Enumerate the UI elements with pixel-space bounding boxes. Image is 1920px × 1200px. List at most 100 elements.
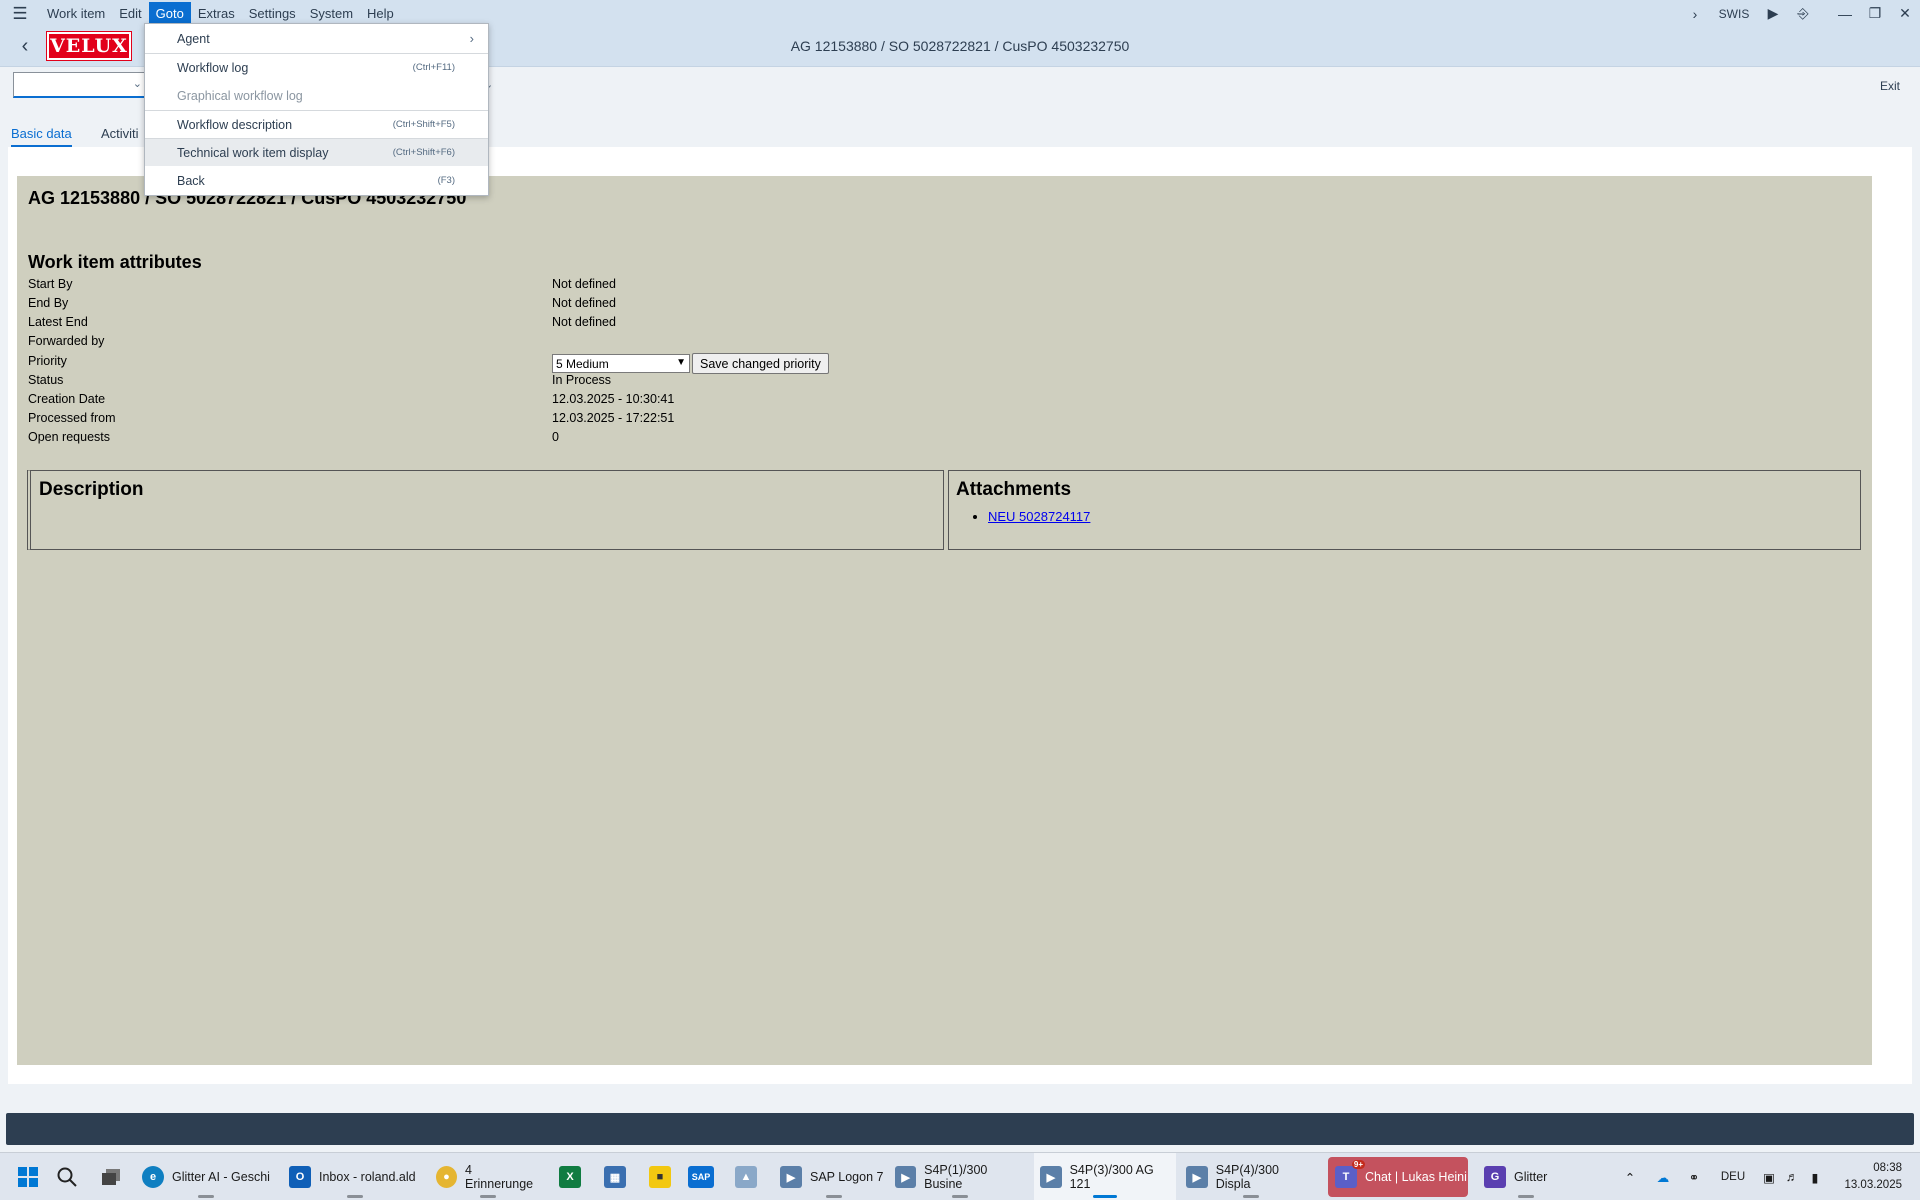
status-bar (6, 1113, 1914, 1145)
taskbar-app-edge[interactable]: e Glitter AI - Geschi (140, 1153, 272, 1200)
sap-gui-icon: ▶ (1040, 1166, 1062, 1188)
running-indicator (952, 1195, 968, 1198)
sticky-notes-icon: ■ (649, 1166, 671, 1188)
chevron-down-icon: ▼ (676, 357, 686, 368)
clock[interactable]: 08:38 13.03.2025 (1844, 1160, 1902, 1194)
microphone-icon[interactable]: ⚭ (1682, 1153, 1706, 1200)
menu-item-shortcut: (Ctrl+Shift+F5) (392, 119, 455, 130)
minimize-icon[interactable]: — (1830, 0, 1860, 27)
attributes-heading: Work item attributes (28, 252, 202, 272)
menu-extras[interactable]: Extras (191, 2, 242, 25)
search-icon[interactable] (52, 1153, 82, 1200)
menu-edit[interactable]: Edit (112, 2, 148, 25)
menu-item-technical-work-item-display[interactable]: Technical work item display (Ctrl+Shift+… (145, 139, 488, 166)
speaker-icon[interactable]: ♬ (1782, 1153, 1802, 1200)
running-indicator (480, 1195, 496, 1198)
attachments-heading: Attachments (956, 479, 1072, 500)
tab-activities[interactable]: Activiti (101, 126, 139, 141)
exit-button[interactable]: Exit (1880, 79, 1900, 93)
taskbar-app-label: SAP Logon 7 (810, 1170, 884, 1184)
menu-item-label: Back (177, 173, 205, 188)
attr-label-creation-date: Creation Date (28, 392, 106, 406)
priority-selected-value: 5 Medium (556, 356, 609, 371)
menu-item-agent[interactable]: Agent › (145, 25, 488, 52)
window-controls: › SWIS ▶ ⎆ — ❐ ✕ (1680, 0, 1920, 27)
menu-settings[interactable]: Settings (242, 2, 303, 25)
save-priority-button[interactable]: Save changed priority (692, 353, 829, 374)
sap-gui-icon: ▶ (1186, 1166, 1208, 1188)
menu-item-label: Agent (177, 31, 210, 46)
outlook-icon: O (289, 1166, 311, 1188)
onedrive-icon[interactable]: ☁ (1650, 1153, 1676, 1200)
battery-icon[interactable]: ▮ (1805, 1153, 1825, 1200)
menu-item-shortcut: (Ctrl+F11) (412, 62, 455, 73)
taskbar-app-image-viewer[interactable]: ▲ (734, 1153, 758, 1200)
attr-label-processed-from: Processed from (28, 411, 116, 425)
menu-item-shortcut: (F3) (437, 175, 455, 186)
priority-select[interactable]: 5 Medium ▼ (552, 354, 690, 373)
start-button[interactable] (10, 1153, 46, 1200)
taskbar-app-outlook[interactable]: O Inbox - roland.ald (289, 1153, 421, 1200)
taskbar-app-label: S4P(1)/300 Busine (924, 1163, 988, 1191)
running-indicator (1093, 1195, 1117, 1198)
taskbar-app-label: Glitter AI - Geschi (172, 1170, 270, 1184)
attr-label-forwarded-by: Forwarded by (28, 334, 105, 348)
taskbar-app-s4p4[interactable]: ▶ S4P(4)/300 Displa (1186, 1153, 1316, 1200)
menu-item-graphical-workflow-log: Graphical workflow log (145, 82, 488, 109)
goto-dropdown-menu: Agent › Workflow log (Ctrl+F11) Graphica… (144, 23, 489, 196)
network-icon[interactable]: ▣ (1759, 1153, 1779, 1200)
chevron-right-icon[interactable]: › (1680, 0, 1710, 27)
attr-value-open-requests: 0 (552, 430, 559, 444)
taskbar-app-label: 4 Erinnerunge (465, 1163, 534, 1191)
play-icon[interactable]: ▶ (1758, 0, 1788, 27)
taskbar-app-s4p3[interactable]: ▶ S4P(3)/300 AG 121 (1034, 1153, 1176, 1200)
attr-label-end-by: End By (28, 296, 69, 310)
close-icon[interactable]: ✕ (1890, 0, 1920, 27)
command-field[interactable]: ⌄ (13, 72, 147, 98)
language-indicator[interactable]: DEU (1716, 1153, 1750, 1200)
attr-value-creation-date: 12.03.2025 - 10:30:41 (552, 392, 675, 406)
excel-icon: X (559, 1166, 581, 1188)
chevron-up-icon[interactable]: ⌃ (1618, 1153, 1642, 1200)
menu-item-workflow-description[interactable]: Workflow description (Ctrl+Shift+F5) (145, 111, 488, 138)
attr-label-status: Status (28, 373, 64, 387)
task-view-icon[interactable] (96, 1153, 126, 1200)
taskbar-app-teams[interactable]: T 9+ Chat | Lukas Heini (1328, 1157, 1468, 1197)
sap-gui-icon: ▶ (780, 1166, 802, 1188)
running-indicator (1518, 1195, 1534, 1198)
edge-icon: e (142, 1166, 164, 1188)
chevron-down-icon[interactable]: ⌄ (133, 77, 142, 90)
running-indicator (347, 1195, 363, 1198)
menu-work-item[interactable]: Work item (40, 2, 112, 25)
menu-system[interactable]: System (303, 2, 360, 25)
taskbar-app-sap[interactable]: SAP (688, 1153, 714, 1200)
taskbar-app-glitter[interactable]: G Glitter (1484, 1153, 1568, 1200)
attr-value-start-by: Not defined (552, 277, 616, 291)
taskbar-app-calculator[interactable]: ▦ (603, 1153, 627, 1200)
menu-goto[interactable]: Goto (148, 2, 191, 25)
taskbar-app-label: Chat | Lukas Heini (1365, 1170, 1467, 1184)
restore-icon[interactable]: ❐ (1860, 0, 1890, 27)
work-item-content: AG 12153880 / SO 5028722821 / CusPO 4503… (17, 176, 1872, 1065)
taskbar-app-s4p1[interactable]: ▶ S4P(1)/300 Busine (895, 1153, 1025, 1200)
hamburger-menu-icon[interactable]: ☰ (0, 0, 40, 27)
menu-item-back[interactable]: Back (F3) (145, 167, 488, 194)
attr-value-processed-from: 12.03.2025 - 17:22:51 (552, 411, 675, 425)
tab-basic-data[interactable]: Basic data (11, 126, 72, 147)
taskbar-app-label: Glitter (1514, 1170, 1548, 1184)
menu-item-label: Graphical workflow log (177, 88, 303, 103)
description-heading: Description (39, 479, 144, 500)
sap-gui-icon: ▶ (895, 1166, 917, 1188)
menu-item-label: Workflow log (177, 60, 249, 75)
list-item: NEU 5028724117 (988, 509, 1090, 524)
taskbar-app-sticky-notes[interactable]: ■ (648, 1153, 672, 1200)
clock-time: 08:38 (1873, 1162, 1902, 1174)
unlock-icon[interactable]: ⎆ (1788, 0, 1818, 27)
menu-help[interactable]: Help (360, 2, 401, 25)
menu-item-workflow-log[interactable]: Workflow log (Ctrl+F11) (145, 54, 488, 81)
taskbar-app-reminders[interactable]: ● 4 Erinnerunge (436, 1153, 540, 1200)
taskbar-app-sap-logon[interactable]: ▶ SAP Logon 7 (780, 1153, 888, 1200)
attachment-link[interactable]: NEU 5028724117 (988, 509, 1090, 524)
taskbar-app-excel[interactable]: X (558, 1153, 582, 1200)
system-id: SWIS (1718, 6, 1750, 21)
